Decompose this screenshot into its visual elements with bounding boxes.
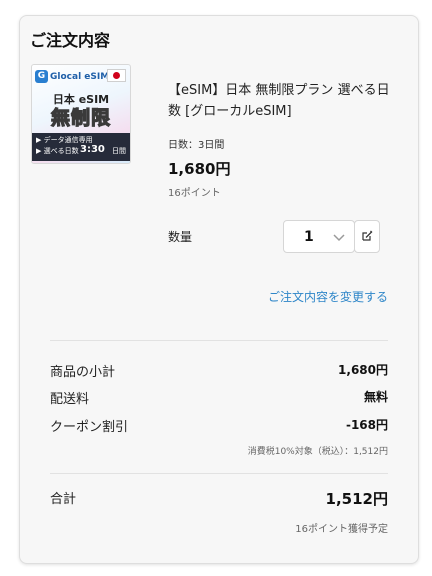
points-earned-note: 16ポイント獲得予定: [295, 524, 388, 535]
summary-divider-top: [50, 340, 388, 341]
quantity-value: 1: [304, 229, 314, 245]
japan-flag-icon: [107, 69, 126, 82]
product-price: 1,680円: [168, 160, 231, 178]
total-value: 1,512円: [325, 490, 388, 508]
image-duration-unit: 日間: [112, 147, 126, 155]
product-points: 16ポイント: [168, 188, 221, 199]
logo-mark-icon: G: [35, 70, 48, 83]
product-days: 日数：3日間: [168, 140, 225, 151]
coupon-value: -168円: [345, 418, 388, 432]
total-label: 合計: [50, 492, 77, 507]
product-image[interactable]: G Glocal eSIM 日本 eSIM 無制限 ▶ データ通信専用 ▶ 選べ…: [31, 64, 131, 164]
chevron-down-icon: [332, 229, 346, 248]
edit-quantity-button[interactable]: [354, 220, 380, 253]
quantity-label: 数量: [168, 230, 193, 244]
shipping-value: 無料: [363, 390, 388, 404]
tax-note: 消費税10%対象（税込）：1,512円: [247, 447, 388, 457]
image-duration: 3:30: [80, 144, 105, 155]
image-headline: 無制限: [50, 106, 111, 129]
edit-icon: [361, 227, 373, 246]
product-name[interactable]: 【eSIM】日本 無制限プラン 選べる日数 [グローカルeSIM]: [168, 80, 394, 122]
summary-divider-bottom: [50, 473, 388, 474]
subtotal-label: 商品の小計: [50, 365, 116, 380]
logo-text: Glocal eSIM: [50, 71, 110, 82]
change-order-link[interactable]: ご注文内容を変更する: [268, 288, 388, 305]
coupon-label: クーポン割引: [50, 420, 129, 435]
image-bullet-days: ▶ 選べる日数: [36, 147, 79, 155]
product-logo: G Glocal eSIM: [35, 70, 109, 83]
subtotal-value: 1,680円: [338, 363, 388, 377]
quantity-select[interactable]: 1: [283, 220, 355, 253]
shipping-label: 配送料: [50, 392, 90, 407]
order-title: ご注文内容: [30, 31, 111, 50]
